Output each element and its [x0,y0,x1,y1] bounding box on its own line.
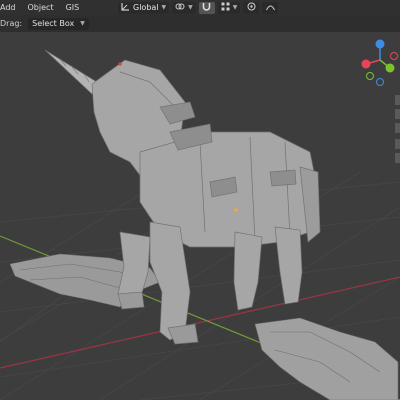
snap-target-dropdown[interactable]: ▼ [217,1,241,14]
chevron-down-icon: ▼ [188,4,193,11]
chevron-down-icon: ▼ [232,4,238,11]
chevron-down-icon: ▼ [161,4,167,11]
object-origin [234,208,238,212]
snap-magnet-icon [202,2,211,13]
chevron-down-icon: ▼ [80,20,85,27]
pivot-point-dropdown[interactable]: ▼ [172,1,196,14]
falloff-button[interactable] [262,1,279,14]
transform-orientation-icon [121,2,130,13]
transform-orientation-value: Global [133,3,159,12]
viewport-header-tools: Global ▼ ▼ ▼ [118,1,279,14]
menu-object[interactable]: Object [22,3,60,12]
gizmo-y-icon[interactable] [385,63,395,73]
snap-grid-icon [221,2,230,13]
3d-viewport[interactable] [0,32,400,400]
head-marker [118,62,122,66]
transform-orientation-dropdown[interactable]: Global ▼ [118,1,170,14]
proportional-edit-icon [247,2,256,13]
select-mode-dropdown[interactable]: Select Box ▼ [28,17,89,30]
gizmo-z-icon[interactable] [375,39,385,49]
viewport-canvas[interactable] [0,32,400,400]
falloff-curve-icon [265,2,275,13]
pivot-link-icon [175,2,185,13]
tool-settings-bar: Drag: Select Box ▼ [0,15,400,32]
menu-add[interactable]: Add [0,3,22,12]
menu-gis[interactable]: GIS [60,3,86,12]
viewport-side-toolbar[interactable] [394,95,400,165]
snap-toggle-button[interactable] [198,1,215,14]
select-mode-value: Select Box [32,19,75,28]
navigation-gizmo[interactable] [360,36,400,96]
proportional-edit-button[interactable] [243,1,260,14]
gizmo-x-icon[interactable] [361,59,371,69]
drag-label: Drag: [0,19,23,28]
